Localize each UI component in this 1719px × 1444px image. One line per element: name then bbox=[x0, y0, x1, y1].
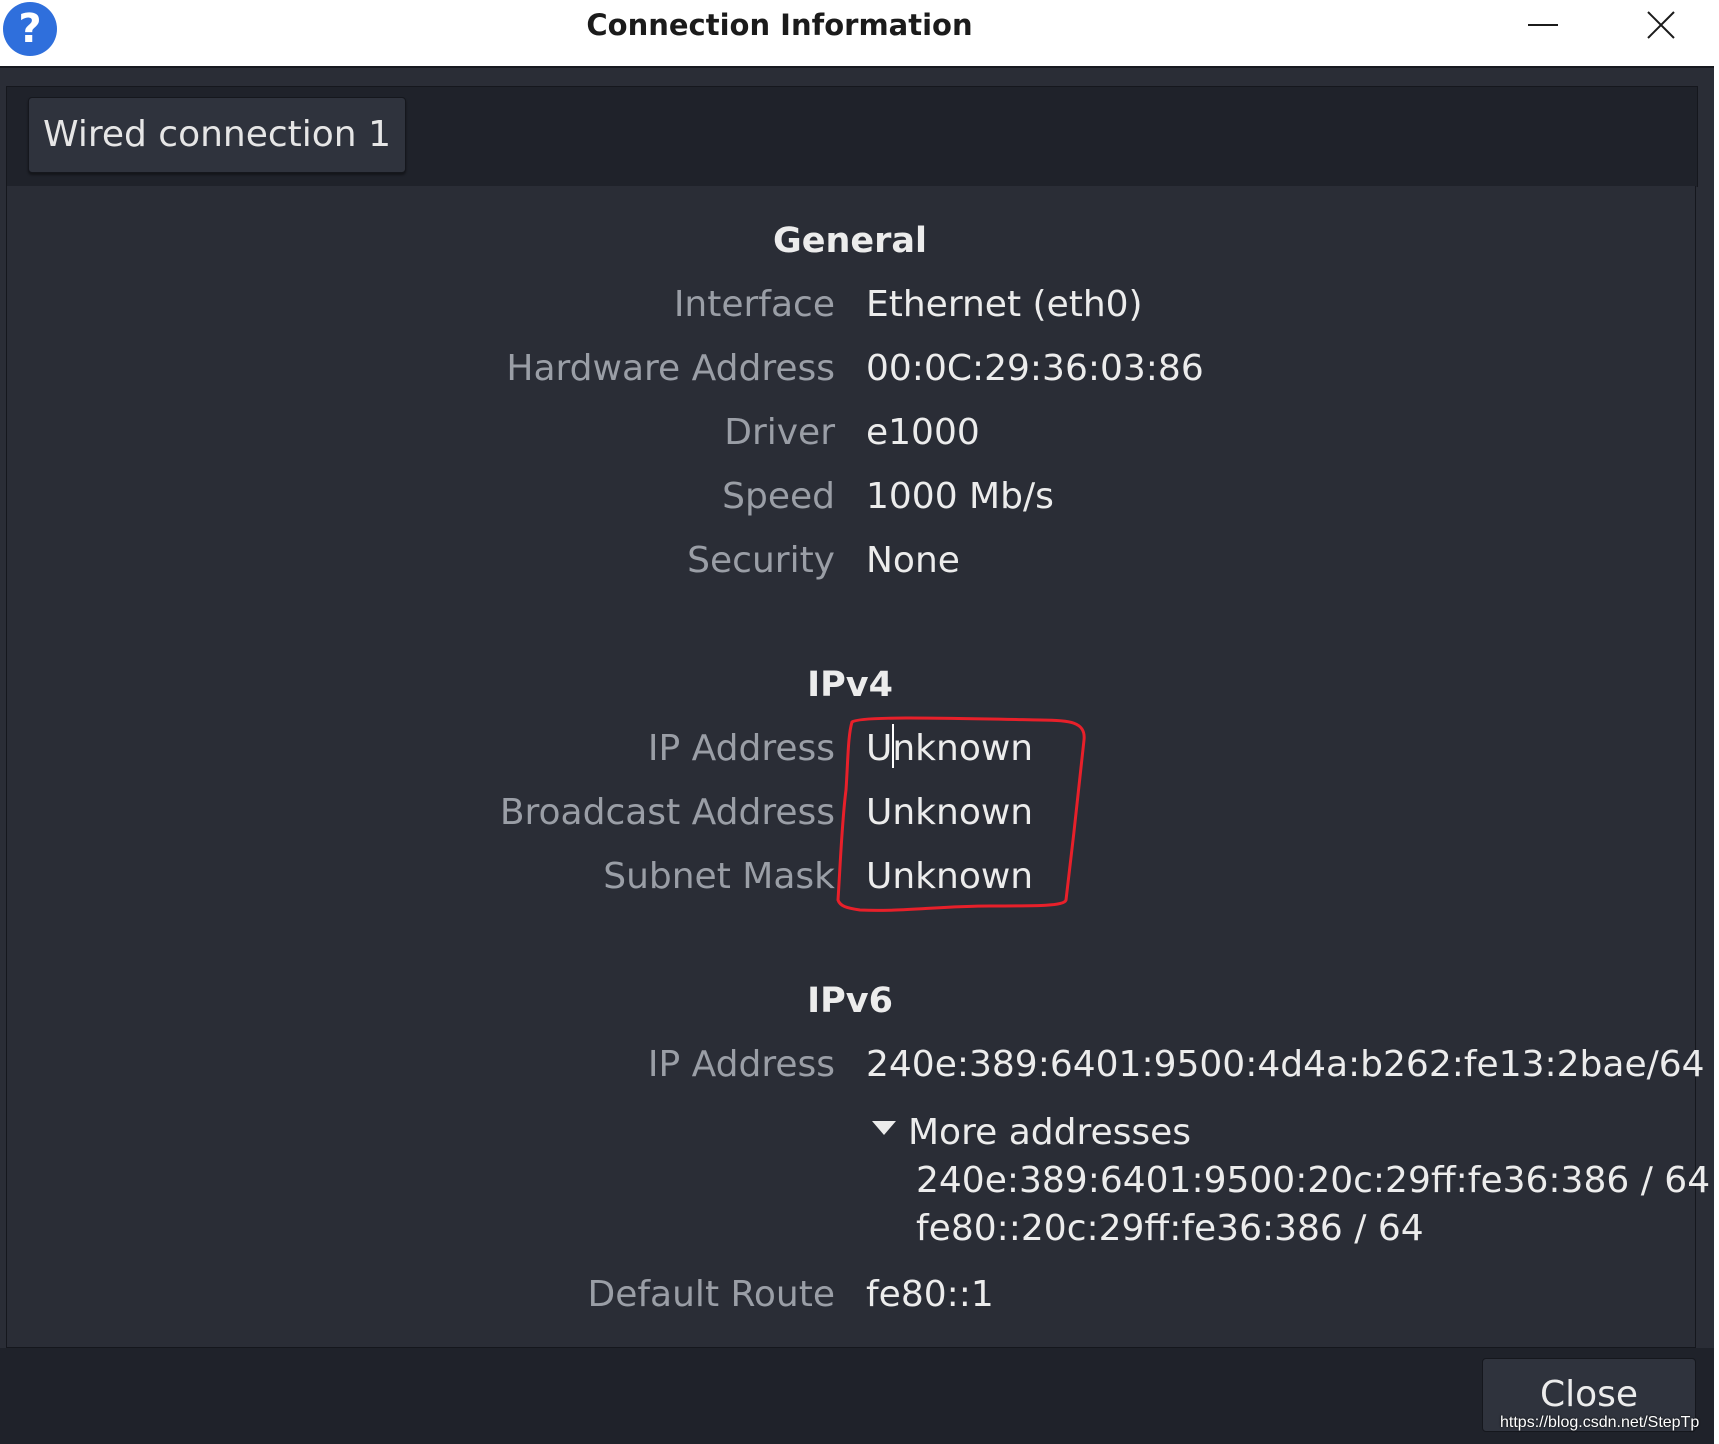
window-title: Connection Information bbox=[586, 8, 973, 42]
speed-value: 1000 Mb/s bbox=[866, 476, 1054, 517]
more-address-item: 240e:389:6401:9500:20c:29ff:fe36:386 / 6… bbox=[916, 1160, 1711, 1201]
ipv6-ip-address-value: 240e:389:6401:9500:4d4a:b262:fe13:2bae/6… bbox=[866, 1044, 1705, 1085]
minimize-button[interactable] bbox=[1518, 6, 1568, 50]
driver-value: e1000 bbox=[866, 412, 980, 453]
dialog-footer bbox=[0, 1348, 1714, 1444]
more-addresses-expander[interactable]: More addresses bbox=[872, 1112, 1191, 1153]
speed-label: Speed bbox=[722, 476, 835, 517]
tab-wired-connection-1[interactable]: Wired connection 1 bbox=[28, 97, 406, 173]
hardware-address-value: 00:0C:29:36:03:86 bbox=[866, 348, 1204, 389]
connection-information-window: ? Connection Information Wired connectio… bbox=[0, 0, 1719, 1444]
broadcast-address-value: Unknown bbox=[866, 792, 1034, 833]
driver-label: Driver bbox=[724, 412, 835, 453]
default-route-label: Default Route bbox=[587, 1274, 835, 1315]
ipv4-section-title: IPv4 bbox=[807, 665, 893, 705]
window-edge bbox=[1714, 66, 1719, 1444]
hardware-address-label: Hardware Address bbox=[506, 348, 835, 389]
minimize-icon bbox=[1528, 24, 1558, 26]
close-window-button[interactable] bbox=[1640, 6, 1680, 46]
subnet-mask-value: Unknown bbox=[866, 856, 1034, 897]
watermark: https://blog.csdn.net/StepTp bbox=[1500, 1414, 1700, 1431]
ipv6-ip-address-label: IP Address bbox=[647, 1044, 835, 1085]
interface-label: Interface bbox=[673, 284, 835, 325]
close-icon bbox=[1647, 11, 1675, 39]
more-addresses-label: More addresses bbox=[908, 1112, 1192, 1153]
ipv6-section-title: IPv6 bbox=[807, 981, 893, 1021]
title-bar: ? Connection Information bbox=[0, 0, 1719, 68]
security-value: None bbox=[866, 540, 960, 581]
security-label: Security bbox=[687, 540, 835, 581]
general-section-title: General bbox=[773, 221, 927, 261]
interface-value: Ethernet (eth0) bbox=[866, 284, 1143, 325]
text-cursor bbox=[892, 724, 894, 768]
more-address-item: fe80::20c:29ff:fe36:386 / 64 bbox=[916, 1208, 1424, 1249]
ipv4-ip-address-label: IP Address bbox=[647, 728, 835, 769]
default-route-value: fe80::1 bbox=[866, 1274, 994, 1315]
broadcast-address-label: Broadcast Address bbox=[499, 792, 835, 833]
subnet-mask-label: Subnet Mask bbox=[603, 856, 835, 897]
expander-triangle-icon bbox=[872, 1121, 896, 1135]
